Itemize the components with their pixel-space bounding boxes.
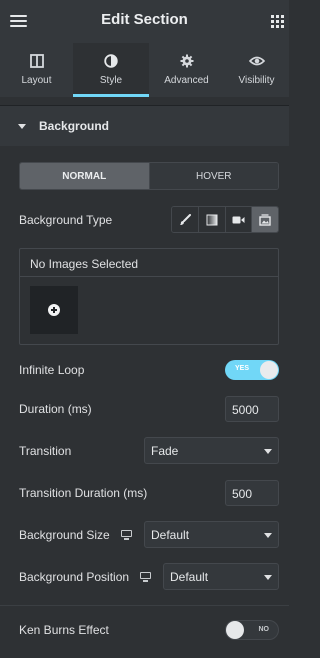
gear-icon: [149, 54, 224, 68]
infinite-loop-label: Infinite Loop: [19, 363, 85, 377]
toggle-knob: [226, 621, 244, 639]
tab-hover[interactable]: HOVER: [148, 163, 278, 189]
transition-duration-input[interactable]: 500: [225, 480, 279, 506]
section-title: Background: [39, 119, 110, 133]
tab-style[interactable]: Style: [73, 43, 149, 97]
background-type-options: [171, 206, 279, 233]
image-gallery: No Images Selected: [19, 248, 279, 345]
gallery-status: No Images Selected: [30, 257, 139, 271]
select-value: Default: [170, 570, 209, 584]
tab-label: Layout: [21, 75, 52, 86]
infinite-loop-toggle[interactable]: YES: [225, 360, 279, 380]
video-icon[interactable]: [224, 207, 252, 232]
tab-label: Style: [99, 75, 123, 86]
tab-advanced[interactable]: Advanced: [149, 43, 224, 97]
toggle-state: YES: [235, 365, 250, 372]
plus-circle-icon: [48, 304, 60, 316]
select-value: Fade: [151, 444, 179, 458]
ken-burns-label: Ken Burns Effect: [19, 623, 109, 637]
half-circle-icon: [73, 54, 149, 68]
panel-tabs: Layout Style Advanced Visibility: [0, 43, 289, 97]
columns-icon: [0, 54, 73, 68]
divider: [0, 605, 289, 606]
divider: [20, 276, 278, 277]
add-images-button[interactable]: [30, 286, 78, 334]
tab-normal[interactable]: NORMAL: [20, 163, 149, 189]
transition-label: Transition: [19, 444, 72, 458]
background-position-select[interactable]: Default: [163, 563, 279, 590]
gradient-icon[interactable]: [197, 207, 225, 232]
toggle-knob: [260, 361, 278, 379]
active-tab-indicator: [73, 94, 149, 97]
desktop-icon[interactable]: [121, 530, 132, 540]
desktop-icon[interactable]: [140, 572, 151, 582]
brush-icon[interactable]: [172, 207, 198, 232]
panel-title: Edit Section: [101, 11, 188, 28]
toggle-state: NO: [258, 626, 270, 633]
select-value: Default: [151, 528, 190, 542]
tab-layout[interactable]: Layout: [0, 43, 73, 97]
panel-header: Edit Section: [0, 0, 289, 43]
state-tabs: NORMAL HOVER: [19, 162, 279, 190]
slideshow-icon[interactable]: [251, 207, 278, 232]
ken-burns-toggle[interactable]: NO: [225, 620, 279, 640]
eye-icon: [224, 54, 289, 68]
chevron-down-icon: [264, 575, 272, 580]
transition-select[interactable]: Fade: [144, 437, 279, 464]
background-position-label: Background Position: [19, 570, 130, 584]
chevron-down-icon: [264, 533, 272, 538]
background-size-select[interactable]: Default: [144, 521, 279, 548]
transition-duration-label: Transition Duration (ms): [19, 486, 148, 500]
caret-down-icon: [18, 124, 26, 129]
background-section-header[interactable]: Background: [0, 106, 289, 146]
tab-visibility[interactable]: Visibility: [224, 43, 289, 97]
tab-label: Advanced: [164, 75, 209, 86]
duration-input[interactable]: 5000: [225, 396, 279, 422]
duration-label: Duration (ms): [19, 402, 92, 416]
chevron-down-icon: [264, 449, 272, 454]
tab-label: Visibility: [238, 75, 275, 86]
background-size-label: Background Size: [19, 528, 110, 542]
grid-icon[interactable]: [271, 15, 284, 28]
background-type-label: Background Type: [19, 213, 113, 227]
